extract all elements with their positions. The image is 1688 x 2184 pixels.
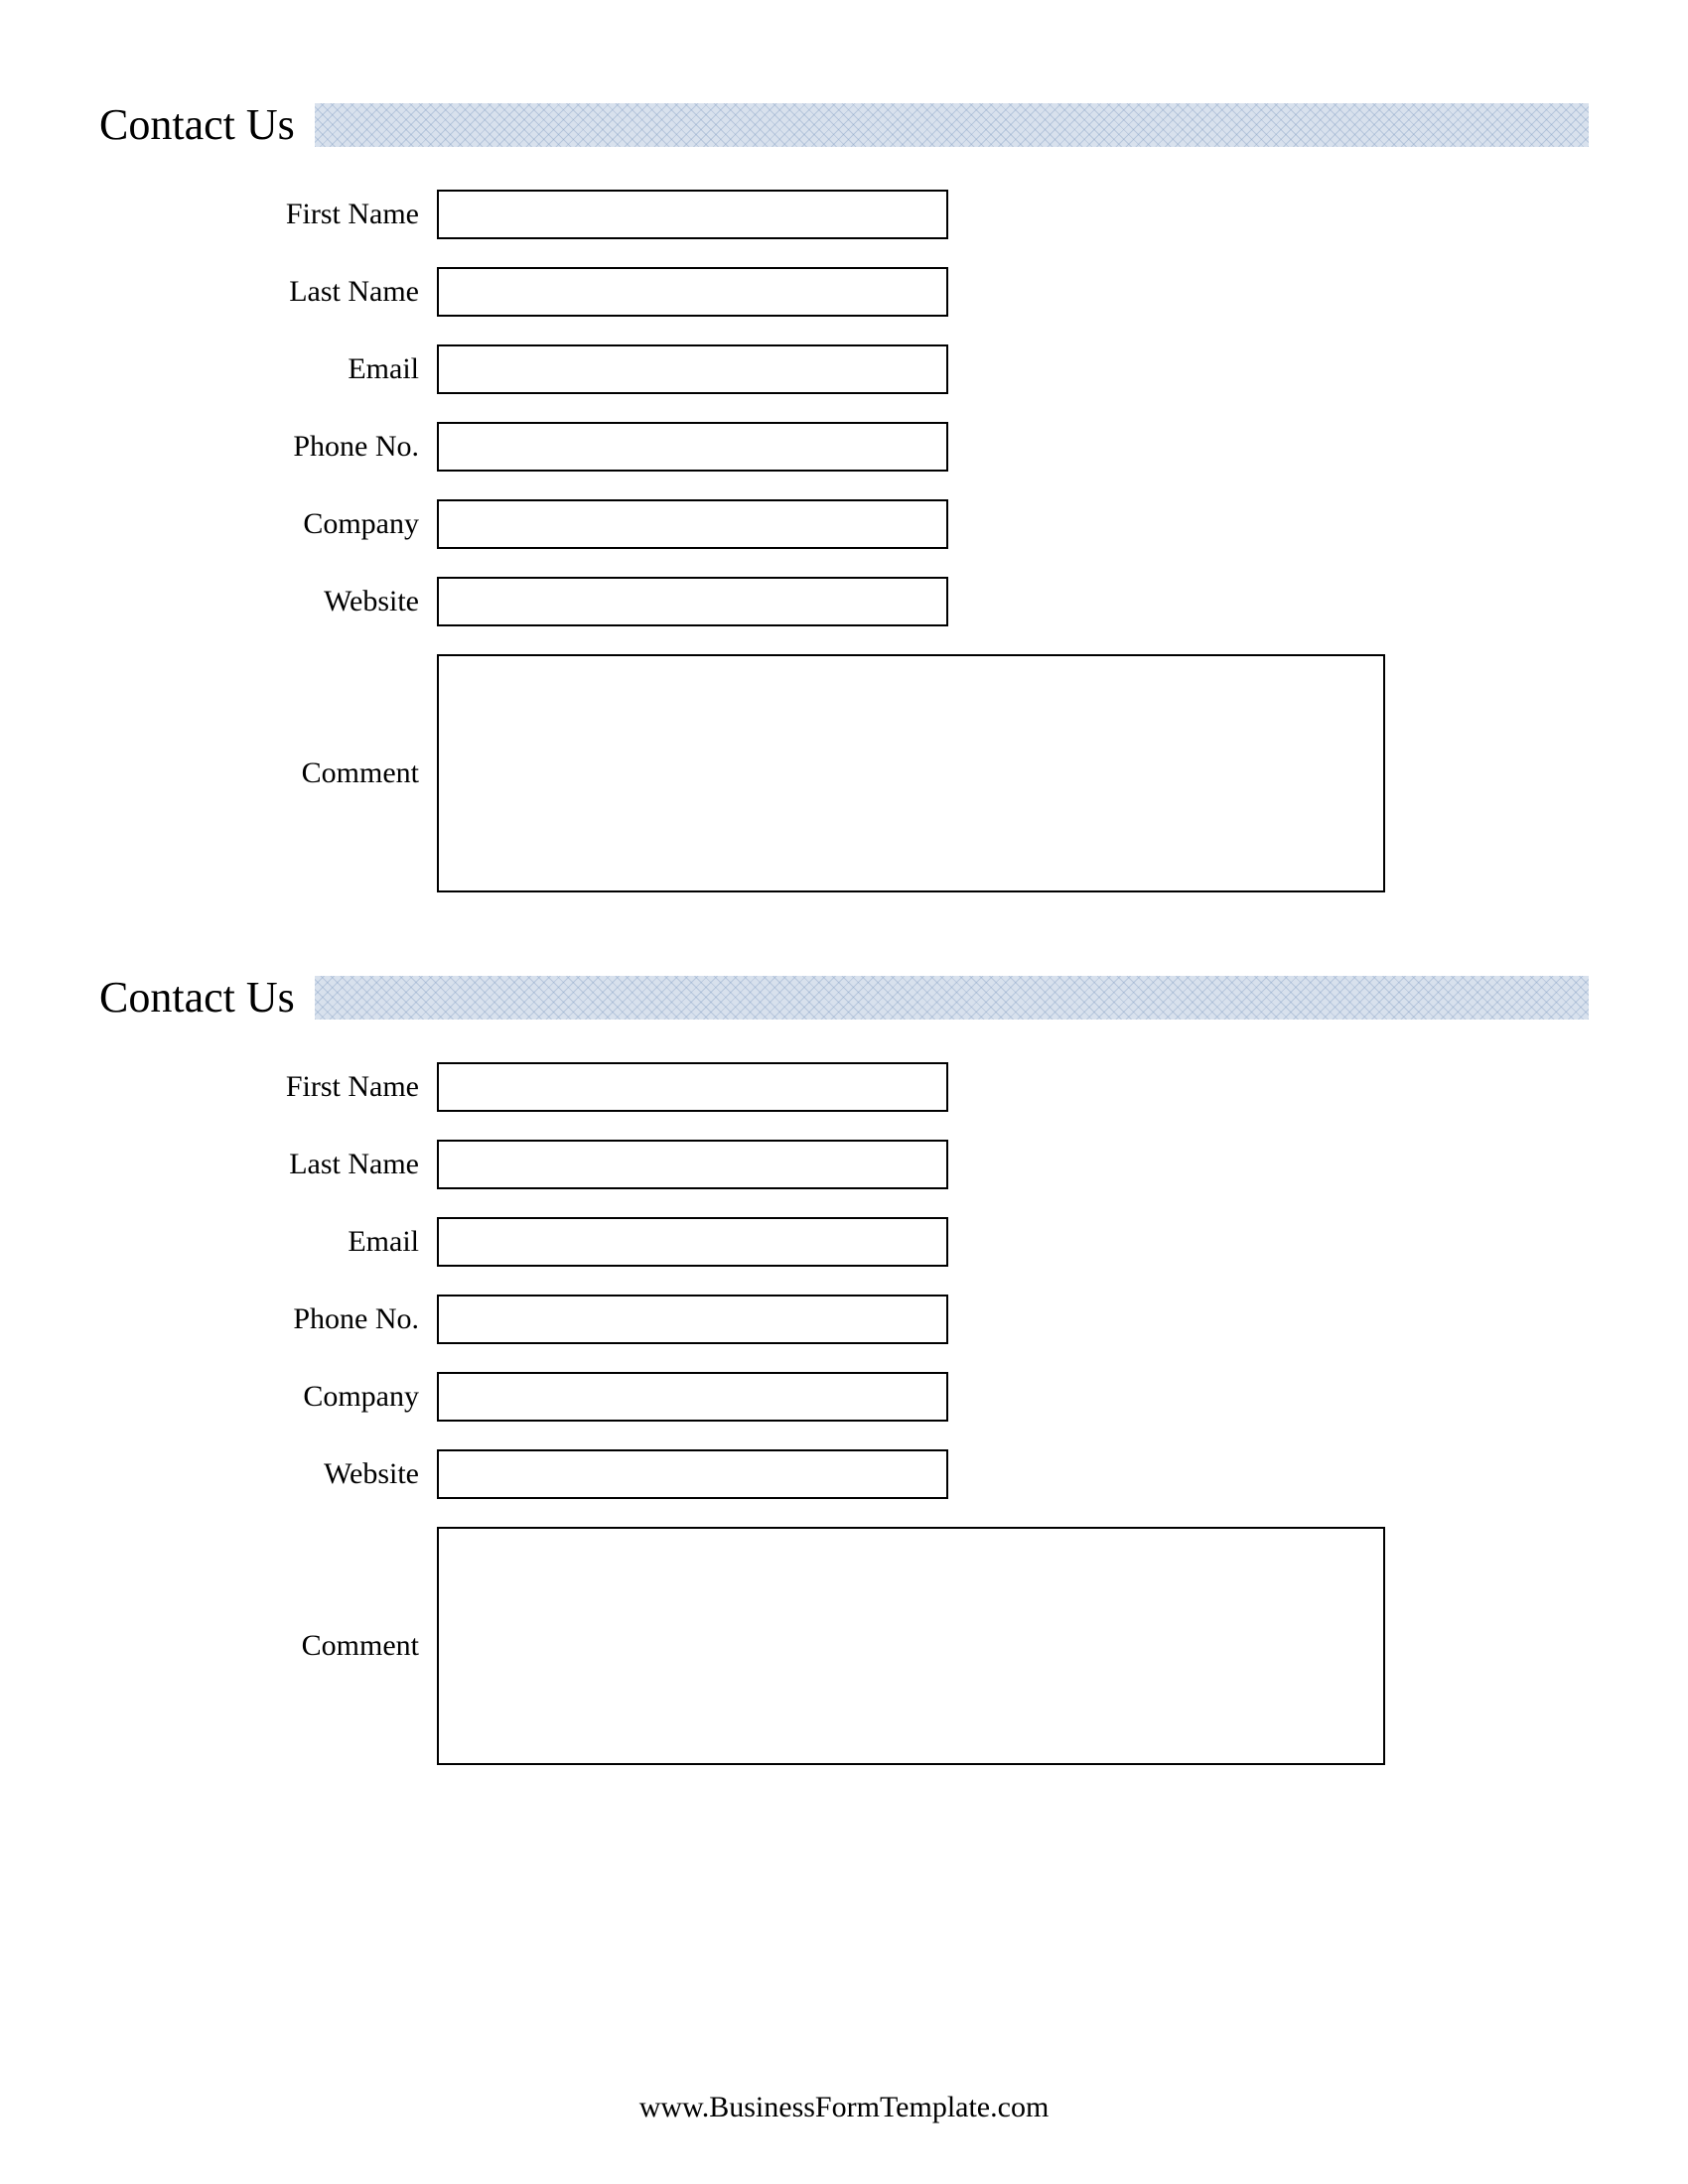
phone-input[interactable] (437, 1295, 948, 1344)
email-input[interactable] (437, 1217, 948, 1267)
phone-label: Phone No. (99, 1302, 437, 1336)
email-label: Email (99, 352, 437, 386)
website-label: Website (99, 585, 437, 618)
field-row-company: Company (99, 1372, 1589, 1422)
company-input[interactable] (437, 499, 948, 549)
company-label: Company (99, 507, 437, 541)
field-row-last-name: Last Name (99, 1140, 1589, 1189)
first-name-input[interactable] (437, 1062, 948, 1112)
form-title: Contact Us (99, 99, 295, 150)
field-row-email: Email (99, 1217, 1589, 1267)
decorative-pattern-bar (315, 976, 1589, 1020)
footer-url: www.BusinessFormTemplate.com (0, 2091, 1688, 2124)
last-name-input[interactable] (437, 267, 948, 317)
last-name-label: Last Name (99, 1148, 437, 1181)
last-name-input[interactable] (437, 1140, 948, 1189)
field-row-email: Email (99, 344, 1589, 394)
comment-label: Comment (99, 756, 437, 790)
comment-label: Comment (99, 1629, 437, 1663)
comment-textarea[interactable] (437, 1527, 1385, 1765)
form-title: Contact Us (99, 972, 295, 1023)
contact-form-1: Contact Us First Name Last Name Email Ph… (99, 99, 1589, 892)
field-row-first-name: First Name (99, 1062, 1589, 1112)
company-input[interactable] (437, 1372, 948, 1422)
phone-input[interactable] (437, 422, 948, 472)
first-name-input[interactable] (437, 190, 948, 239)
email-label: Email (99, 1225, 437, 1259)
website-input[interactable] (437, 1449, 948, 1499)
first-name-label: First Name (99, 1070, 437, 1104)
email-input[interactable] (437, 344, 948, 394)
first-name-label: First Name (99, 198, 437, 231)
website-input[interactable] (437, 577, 948, 626)
form-header: Contact Us (99, 972, 1589, 1023)
form-header: Contact Us (99, 99, 1589, 150)
field-row-website: Website (99, 577, 1589, 626)
contact-form-2: Contact Us First Name Last Name Email Ph… (99, 972, 1589, 1765)
field-row-last-name: Last Name (99, 267, 1589, 317)
field-row-company: Company (99, 499, 1589, 549)
company-label: Company (99, 1380, 437, 1414)
phone-label: Phone No. (99, 430, 437, 464)
last-name-label: Last Name (99, 275, 437, 309)
field-row-website: Website (99, 1449, 1589, 1499)
comment-textarea[interactable] (437, 654, 1385, 892)
field-row-comment: Comment (99, 654, 1589, 892)
field-row-first-name: First Name (99, 190, 1589, 239)
field-row-phone: Phone No. (99, 422, 1589, 472)
field-row-phone: Phone No. (99, 1295, 1589, 1344)
website-label: Website (99, 1457, 437, 1491)
decorative-pattern-bar (315, 103, 1589, 147)
field-row-comment: Comment (99, 1527, 1589, 1765)
